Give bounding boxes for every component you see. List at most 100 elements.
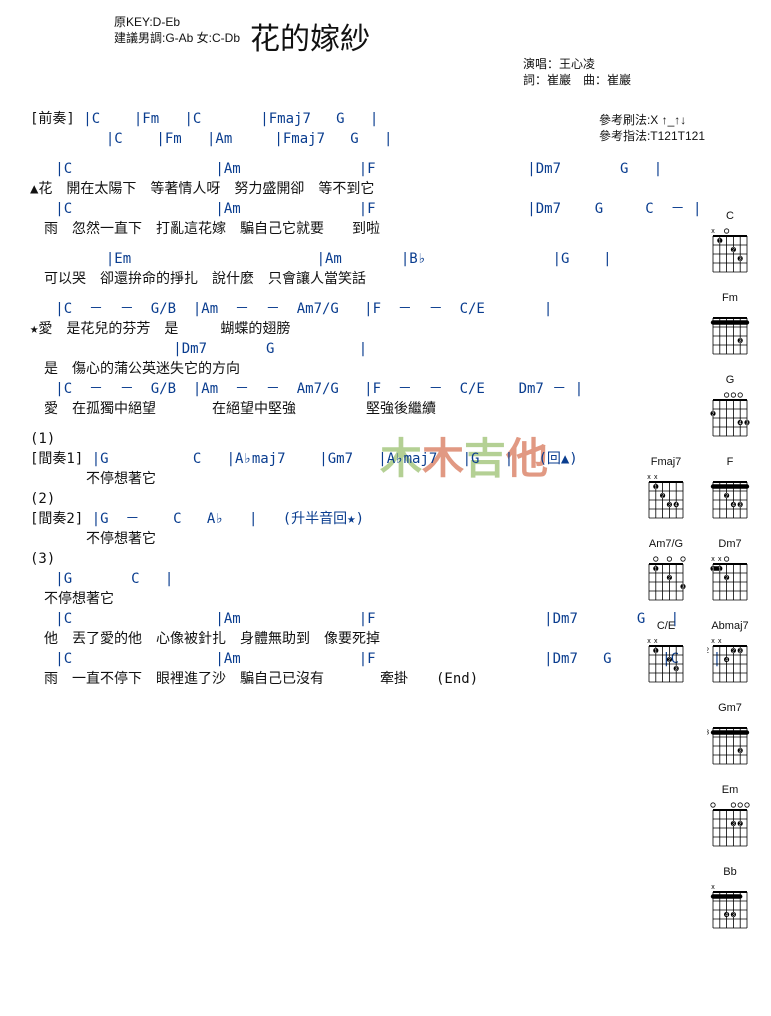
svg-text:3: 3 bbox=[739, 339, 742, 345]
chord-diagram-grid: 123 bbox=[643, 552, 689, 606]
svg-text:3: 3 bbox=[739, 257, 742, 263]
section-gap bbox=[30, 420, 610, 430]
svg-text:1: 1 bbox=[654, 485, 657, 491]
performer: 演唱：王心凌 bbox=[523, 56, 631, 72]
svg-text:2: 2 bbox=[739, 822, 742, 828]
header: 花的嫁紗 bbox=[0, 14, 620, 58]
chord-diagram-grid: xx112 bbox=[707, 552, 753, 606]
chord-sheet-page: 原KEY:D-Eb 建議男調:G-Ab 女:C-Db 花的嫁紗 演唱：王心凌 詞… bbox=[0, 0, 771, 1016]
svg-text:3: 3 bbox=[675, 667, 678, 673]
lyric-line: 可以哭 卻還拚命的掙扎 說什麼 只會讓人當笑話 bbox=[30, 270, 610, 288]
chord-diagram-grid: xx2342 bbox=[707, 634, 753, 688]
svg-text:4: 4 bbox=[739, 421, 742, 427]
lyric-line: ▲花 開在太陽下 等著情人呀 努力盛開卻 等不到它 bbox=[30, 180, 610, 198]
chord-diagram-label: C/E bbox=[657, 620, 675, 632]
svg-text:1: 1 bbox=[712, 567, 715, 573]
chord-line: |Em |Am |B♭ |G | bbox=[30, 250, 610, 268]
lyric-line: 愛 在孤獨中絕望 在絕望中堅強 堅強後繼續 bbox=[30, 400, 610, 418]
svg-text:2: 2 bbox=[725, 576, 728, 582]
chord-diagram-label: Fmaj7 bbox=[651, 456, 682, 468]
section-gap bbox=[30, 240, 610, 250]
chord-line: |G C | bbox=[30, 570, 610, 588]
chord-diagram-label: C bbox=[726, 210, 734, 222]
svg-text:x: x bbox=[647, 474, 651, 481]
chord-diagram: Dm7xx112 bbox=[707, 538, 753, 606]
diagram-row: C/E xx123 Abmaj7 xx2342 bbox=[623, 620, 753, 688]
svg-text:2: 2 bbox=[725, 494, 728, 500]
chord-diagram-label: Abmaj7 bbox=[711, 620, 748, 632]
svg-text:3: 3 bbox=[707, 730, 709, 737]
svg-text:2: 2 bbox=[707, 648, 709, 655]
diagram-row: Bbx34 bbox=[623, 866, 753, 934]
svg-text:x: x bbox=[711, 556, 715, 563]
chord-diagrams-column: Cx123Fm3G234Fmaj7xx1234F234Am7/G123Dm7xx… bbox=[623, 210, 753, 934]
chord-diagram-label: F bbox=[727, 456, 734, 468]
svg-text:x: x bbox=[711, 638, 715, 645]
chord-diagram-label: Gm7 bbox=[718, 702, 742, 714]
lyric-line: (1) bbox=[30, 430, 610, 448]
chord-diagram: Em 23 bbox=[707, 784, 753, 852]
svg-text:x: x bbox=[718, 638, 722, 645]
chord-diagram-grid: 23 bbox=[707, 798, 753, 852]
chord-diagram-grid: xx123 bbox=[643, 634, 689, 688]
chord-diagram-grid: 234 bbox=[707, 470, 753, 524]
svg-text:2: 2 bbox=[668, 658, 671, 664]
diagram-row: Em 23 bbox=[623, 784, 753, 852]
chord-diagram-grid: xx1234 bbox=[643, 470, 689, 524]
chord-diagram: Cx1 23 bbox=[707, 210, 753, 278]
chord-diagram: C/E xx123 bbox=[643, 620, 689, 688]
svg-text:x: x bbox=[711, 884, 715, 891]
svg-text:2: 2 bbox=[732, 248, 735, 254]
lyric-line: 是 傷心的蒲公英迷失它的方向 bbox=[30, 360, 610, 378]
chord-line: |C |Am |F |Dm7 G | bbox=[30, 610, 610, 628]
section-gap bbox=[30, 290, 610, 300]
svg-text:1: 1 bbox=[718, 239, 721, 245]
svg-text:2: 2 bbox=[732, 649, 735, 655]
svg-text:x: x bbox=[711, 228, 715, 235]
svg-text:3: 3 bbox=[668, 503, 671, 509]
svg-text:x: x bbox=[654, 638, 658, 645]
chord-diagram-grid: 3 bbox=[707, 306, 753, 360]
chord-diagram-label: Em bbox=[722, 784, 739, 796]
svg-text:x: x bbox=[654, 474, 658, 481]
chord-diagram-grid: 2 34 bbox=[707, 388, 753, 442]
chord-diagram: Fm 3 bbox=[707, 292, 753, 360]
svg-text:3: 3 bbox=[739, 503, 742, 509]
mixed-line: [間奏2] |G － C A♭ | (升半音回★) bbox=[30, 510, 610, 528]
chord-diagram: Bbx34 bbox=[707, 866, 753, 934]
chord-line: |C |Am |F |Dm7 G | bbox=[30, 160, 610, 178]
chord-line: |C |Am |F |Dm7 G C － | bbox=[30, 200, 610, 218]
chord-diagram-label: Am7/G bbox=[649, 538, 683, 550]
writer-composer: 詞：崔巖 曲：崔巖 bbox=[523, 72, 631, 88]
lyric-line: 他 丟了愛的他 心像被針扎 身體無助到 像要死掉 bbox=[30, 630, 610, 648]
chord-diagram: F234 bbox=[707, 456, 753, 524]
lyric-line: (3) bbox=[30, 550, 610, 568]
chord-diagram: Fmaj7 xx1234 bbox=[643, 456, 689, 524]
chord-diagram-label: Dm7 bbox=[718, 538, 741, 550]
credits: 演唱：王心凌 詞：崔巖 曲：崔巖 bbox=[523, 56, 631, 88]
svg-text:3: 3 bbox=[682, 585, 685, 591]
lyric-line: ★愛 是花兒的芬芳 是 蝴蝶的翅膀 bbox=[30, 320, 610, 338]
svg-text:3: 3 bbox=[732, 913, 735, 919]
fingerpick-pattern: 參考指法:T121T121 bbox=[599, 128, 705, 144]
strum-pattern: 參考刷法:X ↑_↑↓ bbox=[599, 112, 705, 128]
chord-diagram-grid: 33 bbox=[707, 716, 753, 770]
svg-text:1: 1 bbox=[718, 567, 721, 573]
svg-text:3: 3 bbox=[746, 421, 749, 427]
lyric-line: 不停想著它 bbox=[30, 590, 610, 608]
chord-line: |Dm7 G | bbox=[30, 340, 610, 358]
svg-text:x: x bbox=[718, 556, 722, 563]
lyric-line: (2) bbox=[30, 490, 610, 508]
mixed-line: [前奏] |C |Fm |C |Fmaj7 G | bbox=[30, 110, 610, 128]
svg-text:2: 2 bbox=[712, 412, 715, 418]
lyric-line: 雨 忽然一直下 打亂這花嫁 騙自己它就要 到啦 bbox=[30, 220, 610, 238]
chord-line: |C |Am |F |Dm7 G |C | bbox=[30, 650, 610, 668]
diagram-row: Gm733 bbox=[623, 702, 753, 770]
svg-text:4: 4 bbox=[675, 503, 678, 509]
svg-text:3: 3 bbox=[739, 749, 742, 755]
lyric-line: 雨 一直不停下 眼裡進了沙 騙自己已沒有 牽掛 (End) bbox=[30, 670, 610, 688]
playing-tips: 參考刷法:X ↑_↑↓ 參考指法:T121T121 bbox=[599, 112, 705, 144]
chord-diagram-label: Fm bbox=[722, 292, 738, 304]
chord-diagram-grid: x1 23 bbox=[707, 224, 753, 278]
chord-diagram: Am7/G 123 bbox=[643, 538, 689, 606]
